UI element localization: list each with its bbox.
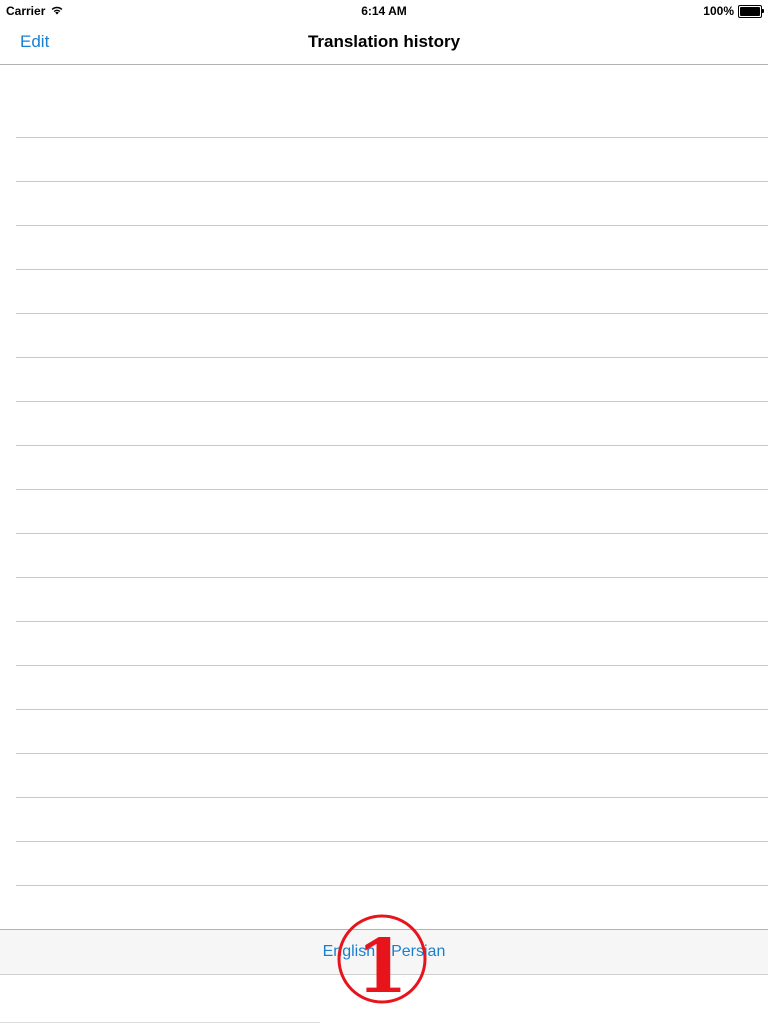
edit-button[interactable]: Edit bbox=[20, 32, 49, 52]
list-item[interactable] bbox=[16, 534, 768, 578]
battery-icon bbox=[738, 4, 764, 18]
battery-tip bbox=[762, 8, 764, 13]
list-item[interactable] bbox=[16, 402, 768, 446]
list-item[interactable] bbox=[16, 138, 768, 182]
list-item[interactable] bbox=[16, 358, 768, 402]
status-bar: Carrier 6:14 AM 100% bbox=[0, 0, 768, 20]
list-item[interactable] bbox=[16, 666, 768, 710]
list-item[interactable] bbox=[16, 842, 768, 886]
list-item[interactable] bbox=[16, 622, 768, 666]
list-item[interactable] bbox=[16, 886, 768, 929]
status-time: 6:14 AM bbox=[361, 4, 407, 18]
bottom-divider bbox=[0, 1022, 320, 1023]
battery-fill bbox=[740, 6, 760, 16]
list-item[interactable] bbox=[16, 578, 768, 622]
list-item[interactable] bbox=[16, 270, 768, 314]
page-title: Translation history bbox=[307, 32, 461, 51]
list-item[interactable] bbox=[16, 94, 768, 138]
list-item[interactable] bbox=[16, 446, 768, 490]
bottom-toolbar: English⇔Persian bbox=[0, 929, 768, 975]
history-list[interactable] bbox=[0, 65, 768, 929]
battery-indicator: 100% bbox=[703, 4, 764, 18]
navigation-bar: Translation history Edit bbox=[0, 20, 768, 65]
language-pair-button[interactable]: English⇔Persian bbox=[0, 943, 768, 961]
list-item[interactable] bbox=[16, 490, 768, 534]
list-item[interactable] bbox=[16, 710, 768, 754]
bottom-strip bbox=[0, 975, 320, 1024]
list-item[interactable] bbox=[16, 314, 768, 358]
list-item[interactable] bbox=[16, 182, 768, 226]
list-item[interactable] bbox=[16, 754, 768, 798]
list-item[interactable] bbox=[16, 798, 768, 842]
battery-percent: 100% bbox=[703, 4, 734, 18]
list-item[interactable] bbox=[16, 226, 768, 270]
